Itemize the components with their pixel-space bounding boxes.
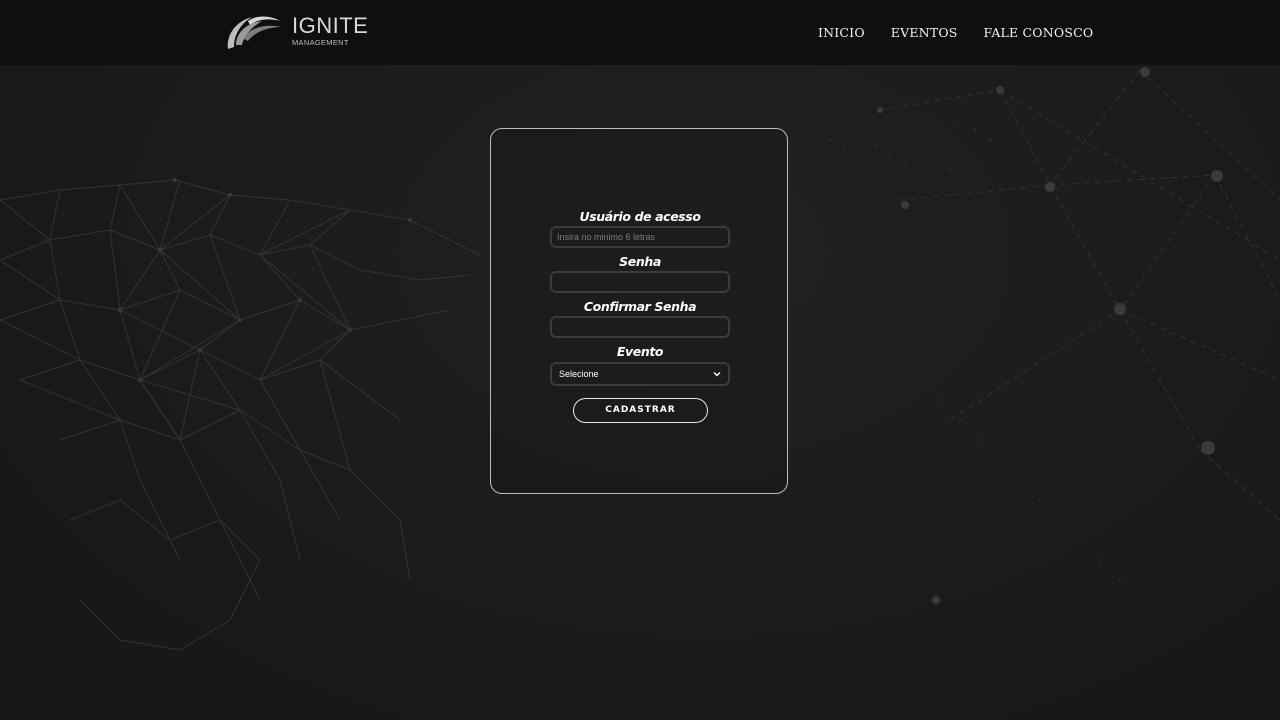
password-input[interactable] [550, 271, 730, 293]
top-header: IGNITE MANAGEMENT INICIO EVENTOS FALE CO… [0, 0, 1280, 65]
cadastrar-button[interactable]: CADASTRAR [573, 398, 708, 423]
nav-link-fale-conosco[interactable]: FALE CONOSCO [984, 24, 1094, 42]
registration-form-card: Usuário de acesso Senha Confirmar Senha … [490, 128, 788, 494]
ignite-logo[interactable]: IGNITE MANAGEMENT [222, 9, 368, 55]
nav-link-inicio[interactable]: INICIO [818, 24, 865, 42]
username-label: Usuário de acesso [579, 209, 701, 224]
logo-title: IGNITE [292, 13, 369, 38]
confirm-password-label: Confirmar Senha [583, 299, 697, 314]
logo-wordmark: IGNITE MANAGEMENT [292, 15, 368, 47]
main-nav: INICIO EVENTOS FALE CONOSCO [818, 24, 1093, 42]
password-label: Senha [619, 254, 661, 269]
chevron-down-icon [713, 372, 721, 377]
confirm-password-input[interactable] [550, 316, 730, 338]
event-select-value: Selecione [559, 369, 599, 379]
ignite-swoosh-logo-icon [227, 16, 282, 49]
event-label: Evento [616, 344, 664, 359]
nav-link-eventos[interactable]: EVENTOS [891, 24, 958, 42]
logo-subtitle: MANAGEMENT [292, 38, 349, 47]
username-input[interactable] [550, 226, 730, 248]
page: IGNITE MANAGEMENT INICIO EVENTOS FALE CO… [0, 0, 1280, 720]
event-select[interactable]: Selecione [550, 362, 730, 386]
